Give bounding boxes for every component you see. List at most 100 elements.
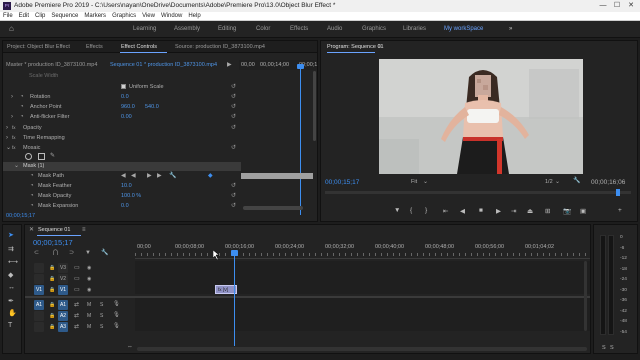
resolution-dropdown[interactable]: 1/2 bbox=[545, 179, 553, 185]
tab-source[interactable]: Source: production ID_3873100.mp4 bbox=[175, 44, 265, 50]
linked-selection-icon[interactable]: ⊃ bbox=[69, 250, 74, 256]
track-select-tool-icon[interactable]: ⇉ bbox=[8, 245, 14, 253]
go-to-in-icon[interactable]: ⇤ bbox=[443, 207, 448, 215]
timeline-tab[interactable]: Sequence 01 bbox=[38, 227, 70, 233]
step-back-icon[interactable]: ◀ bbox=[460, 207, 465, 215]
timeline-ruler[interactable]: 00;00 00;00;08;00 00;00;16;00 00;00;24;0… bbox=[135, 241, 590, 259]
keyframe-nav-icon[interactable]: ◆ bbox=[208, 173, 213, 179]
stopwatch-icon[interactable]: ◔ bbox=[30, 193, 34, 199]
toggle-track-output-icon[interactable]: ◉ bbox=[87, 276, 91, 282]
mini-playhead-handle[interactable] bbox=[297, 64, 304, 69]
stop-icon[interactable]: ■ bbox=[479, 207, 483, 214]
source-patch-a1[interactable]: A1 bbox=[34, 300, 44, 310]
timeline-playhead-handle[interactable] bbox=[231, 250, 238, 256]
chevron-right-icon[interactable]: › bbox=[6, 135, 8, 141]
tab-effect-controls[interactable]: Effect Controls bbox=[121, 44, 157, 50]
pen-tool-icon[interactable]: ✒ bbox=[8, 297, 14, 305]
toggle-track-output-icon[interactable]: ◉ bbox=[87, 265, 91, 271]
close-button[interactable]: ✕ bbox=[624, 0, 638, 12]
track-target-v2[interactable]: V2 bbox=[58, 274, 68, 284]
sync-lock-icon[interactable]: ⇄ bbox=[74, 313, 79, 319]
chevron-down-icon[interactable]: ⌄ bbox=[423, 179, 428, 185]
voiceover-record-icon[interactable]: 🎙 bbox=[113, 301, 120, 307]
solo-left-button[interactable]: S bbox=[602, 345, 606, 351]
razor-tool-icon[interactable]: ◆ bbox=[8, 271, 13, 279]
source-patch-v3[interactable] bbox=[34, 263, 44, 273]
pen-mask-icon[interactable]: ✎ bbox=[50, 153, 55, 159]
lock-track-icon[interactable]: 🔒 bbox=[49, 302, 55, 308]
fx-icon[interactable]: fx bbox=[12, 135, 16, 141]
add-marker-icon[interactable]: ▼ bbox=[394, 207, 400, 214]
sync-lock-icon[interactable]: ⇄ bbox=[74, 302, 79, 308]
solo-track-button[interactable]: S bbox=[100, 324, 103, 330]
vertical-scrollbar[interactable] bbox=[313, 71, 316, 141]
video-frame[interactable] bbox=[379, 59, 583, 174]
ellipse-mask-icon[interactable] bbox=[25, 153, 32, 160]
fx-icon[interactable]: fx bbox=[12, 145, 16, 151]
sync-lock-icon[interactable]: ▭ bbox=[74, 276, 80, 282]
reset-icon[interactable]: ↺ bbox=[231, 124, 236, 131]
horizontal-scrollbar[interactable] bbox=[243, 206, 303, 210]
mute-track-button[interactable]: M bbox=[87, 302, 91, 308]
minimize-button[interactable]: — bbox=[596, 0, 610, 12]
step-forward-icon[interactable]: ▶ bbox=[147, 173, 152, 179]
fx-icon[interactable]: fx bbox=[12, 125, 16, 131]
tab-project[interactable]: Project: Object Blur Effect bbox=[7, 44, 70, 50]
chevron-down-icon[interactable]: ⌄ bbox=[555, 179, 560, 185]
reset-icon[interactable]: ↺ bbox=[231, 202, 236, 209]
track-target-v3[interactable]: V3 bbox=[58, 263, 68, 273]
source-patch-a3[interactable] bbox=[34, 322, 44, 332]
chevron-right-icon[interactable]: › bbox=[6, 125, 8, 131]
play-only-icon[interactable]: ▶ bbox=[227, 62, 232, 68]
stopwatch-icon[interactable]: ◔ bbox=[20, 94, 24, 100]
lock-track-icon[interactable]: 🔒 bbox=[49, 313, 55, 319]
mute-track-button[interactable]: M bbox=[87, 324, 91, 330]
program-timecode[interactable]: 00;00;15;17 bbox=[325, 179, 359, 186]
mask-expansion-value[interactable]: 0.0 bbox=[121, 203, 129, 209]
export-frame-icon[interactable]: 📷 bbox=[563, 207, 571, 215]
stopwatch-icon[interactable]: ◔ bbox=[30, 173, 34, 179]
snap-icon[interactable]: ⋂ bbox=[53, 250, 58, 256]
stopwatch-icon[interactable]: ◔ bbox=[20, 104, 24, 110]
sync-lock-icon[interactable]: ⇄ bbox=[74, 324, 79, 330]
menu-file[interactable]: File bbox=[3, 12, 13, 21]
track-backward-icon[interactable]: ◀ bbox=[121, 173, 126, 179]
mark-out-icon[interactable]: } bbox=[425, 207, 427, 214]
menu-clip[interactable]: Clip bbox=[35, 12, 45, 21]
source-patch-v2[interactable] bbox=[34, 274, 44, 284]
workspace-libraries[interactable]: Libraries bbox=[403, 26, 426, 32]
lock-track-icon[interactable]: 🔒 bbox=[49, 276, 55, 282]
workspace-learning[interactable]: Learning bbox=[133, 26, 156, 32]
mark-in-icon[interactable]: { bbox=[410, 207, 412, 214]
workspace-audio[interactable]: Audio bbox=[327, 26, 342, 32]
mini-playhead[interactable] bbox=[300, 65, 301, 215]
fit-dropdown[interactable]: Fit bbox=[411, 179, 417, 185]
timeline-settings-icon[interactable]: 🔧 bbox=[101, 250, 108, 256]
source-patch-v1[interactable]: V1 bbox=[34, 285, 44, 295]
tab-effects[interactable]: Effects bbox=[86, 44, 103, 50]
mask-feather-value[interactable]: 10.0 bbox=[121, 183, 132, 189]
workspace-editing[interactable]: Editing bbox=[218, 26, 236, 32]
master-clip-label[interactable]: Master * production ID_3873100.mp4 bbox=[6, 62, 97, 68]
track-target-a2[interactable]: A2 bbox=[58, 311, 68, 321]
reset-icon[interactable]: ↺ bbox=[231, 103, 236, 110]
track-target-v1[interactable]: V1 bbox=[58, 285, 68, 295]
wrench-icon[interactable]: 🔧 bbox=[169, 173, 176, 179]
step-backward-icon[interactable]: ◀ bbox=[131, 173, 136, 179]
menu-help[interactable]: Help bbox=[188, 12, 200, 21]
slip-tool-icon[interactable]: ↔ bbox=[8, 284, 15, 291]
stopwatch-icon[interactable]: ◔ bbox=[20, 114, 24, 120]
button-editor-icon[interactable]: + bbox=[618, 207, 622, 214]
reset-icon[interactable]: ↺ bbox=[231, 182, 236, 189]
workspace-graphics[interactable]: Graphics bbox=[362, 26, 386, 32]
close-tab-icon[interactable]: ✕ bbox=[29, 227, 34, 233]
maximize-button[interactable]: ☐ bbox=[610, 0, 624, 12]
sequence-clip-label[interactable]: Sequence 01 * production ID_3873100.mp4 bbox=[110, 62, 217, 68]
chevron-right-icon[interactable]: › bbox=[11, 94, 13, 100]
anti-flicker-value[interactable]: 0.00 bbox=[121, 114, 132, 120]
workspace-assembly[interactable]: Assembly bbox=[174, 26, 200, 32]
comparison-view-icon[interactable]: ▣ bbox=[580, 207, 586, 215]
anchor-y-value[interactable]: 540.0 bbox=[145, 104, 159, 110]
solo-track-button[interactable]: S bbox=[100, 313, 103, 319]
program-monitor-title[interactable]: Program: Sequence 01 bbox=[327, 44, 384, 50]
